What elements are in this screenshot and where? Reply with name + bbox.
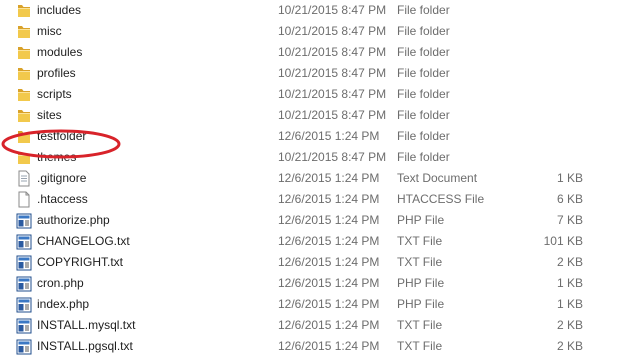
file-row[interactable]: profiles 10/21/2015 8:47 PM File folder <box>0 63 628 84</box>
file-name: includes <box>37 3 82 17</box>
file-name: INSTALL.mysql.txt <box>37 318 136 332</box>
file-row[interactable]: INSTALL.pgsql.txt 12/6/2015 1:24 PM TXT Fi… <box>0 336 628 357</box>
file-type: TXT File <box>397 318 443 332</box>
file-type: PHP File <box>397 276 445 290</box>
code-file-icon <box>16 317 32 334</box>
code-file-icon <box>16 296 32 313</box>
file-size: 6 KB <box>556 192 583 206</box>
file-type: File folder <box>397 87 450 101</box>
file-name: misc <box>37 24 62 38</box>
folder-icon <box>16 86 32 103</box>
file-size: 2 KB <box>556 318 583 332</box>
file-date-modified: 12/6/2015 1:24 PM <box>278 192 380 206</box>
file-size: 1 KB <box>556 171 583 185</box>
file-name: testfolder <box>37 129 87 143</box>
file-name: .gitignore <box>37 171 87 185</box>
file-row[interactable]: .htaccess 12/6/2015 1:24 PM HTACCESS File 6… <box>0 189 628 210</box>
file-size: 1 KB <box>556 276 583 290</box>
file-date-modified: 10/21/2015 8:47 PM <box>278 3 387 17</box>
code-file-icon <box>16 275 32 292</box>
file-row[interactable]: index.php 12/6/2015 1:24 PM PHP File 1 KB <box>0 294 628 315</box>
file-name: COPYRIGHT.txt <box>37 255 124 269</box>
file-row[interactable]: includes 10/21/2015 8:47 PM File folder <box>0 0 628 21</box>
file-size: 2 KB <box>556 339 583 353</box>
file-date-modified: 12/6/2015 1:24 PM <box>278 129 380 143</box>
file-row[interactable]: authorize.php 12/6/2015 1:24 PM PHP File 7 … <box>0 210 628 231</box>
file-date-modified: 12/6/2015 1:24 PM <box>278 213 380 227</box>
file-date-modified: 10/21/2015 8:47 PM <box>278 45 387 59</box>
file-date-modified: 12/6/2015 1:24 PM <box>278 255 380 269</box>
file-type: File folder <box>397 150 450 164</box>
code-file-icon <box>16 233 32 250</box>
file-date-modified: 10/21/2015 8:47 PM <box>278 66 387 80</box>
file-row[interactable]: cron.php 12/6/2015 1:24 PM PHP File 1 KB <box>0 273 628 294</box>
file-name: sites <box>37 108 62 122</box>
file-date-modified: 10/21/2015 8:47 PM <box>278 24 387 38</box>
file-row[interactable]: CHANGELOG.txt 12/6/2015 1:24 PM TXT File 10… <box>0 231 628 252</box>
code-file-icon <box>16 254 32 271</box>
file-size: 2 KB <box>556 255 583 269</box>
file-date-modified: 12/6/2015 1:24 PM <box>278 339 380 353</box>
file-size: 7 KB <box>556 213 583 227</box>
file-type: File folder <box>397 129 450 143</box>
file-date-modified: 12/6/2015 1:24 PM <box>278 318 380 332</box>
file-row[interactable]: testfolder 12/6/2015 1:24 PM File folder <box>0 126 628 147</box>
file-row[interactable]: themes 10/21/2015 8:47 PM File folder <box>0 147 628 168</box>
folder-icon <box>16 23 32 40</box>
file-type: HTACCESS File <box>397 192 485 206</box>
file-row[interactable]: COPYRIGHT.txt 12/6/2015 1:24 PM TXT File 2 … <box>0 252 628 273</box>
file-date-modified: 10/21/2015 8:47 PM <box>278 108 387 122</box>
folder-icon <box>16 128 32 145</box>
file-row[interactable]: scripts 10/21/2015 8:47 PM File folder <box>0 84 628 105</box>
file-name: profiles <box>37 66 76 80</box>
file-date-modified: 12/6/2015 1:24 PM <box>278 276 380 290</box>
file-size: 1 KB <box>556 297 583 311</box>
blank-file-icon <box>16 191 32 208</box>
file-name: authorize.php <box>37 213 110 227</box>
file-name: index.php <box>37 297 90 311</box>
file-row[interactable]: INSTALL.mysql.txt 12/6/2015 1:24 PM TXT Fi… <box>0 315 628 336</box>
file-list: includes 10/21/2015 8:47 PM File folder mis… <box>0 0 628 357</box>
file-row[interactable]: misc 10/21/2015 8:47 PM File folder <box>0 21 628 42</box>
file-type: File folder <box>397 3 450 17</box>
file-name: scripts <box>37 87 72 101</box>
file-type: PHP File <box>397 213 445 227</box>
folder-icon <box>16 149 32 166</box>
file-type: File folder <box>397 66 450 80</box>
file-date-modified: 12/6/2015 1:24 PM <box>278 297 380 311</box>
file-size: 101 KB <box>543 234 583 248</box>
file-type: File folder <box>397 24 450 38</box>
file-date-modified: 12/6/2015 1:24 PM <box>278 234 380 248</box>
folder-icon <box>16 2 32 19</box>
text-file-icon <box>16 170 32 187</box>
file-type: TXT File <box>397 234 443 248</box>
file-date-modified: 12/6/2015 1:24 PM <box>278 171 380 185</box>
file-type: PHP File <box>397 297 445 311</box>
folder-icon <box>16 44 32 61</box>
file-row[interactable]: modules 10/21/2015 8:47 PM File folder <box>0 42 628 63</box>
file-type: File folder <box>397 45 450 59</box>
file-date-modified: 10/21/2015 8:47 PM <box>278 150 387 164</box>
folder-icon <box>16 65 32 82</box>
folder-icon <box>16 107 32 124</box>
file-date-modified: 10/21/2015 8:47 PM <box>278 87 387 101</box>
file-type: Text Document <box>397 171 478 185</box>
code-file-icon <box>16 338 32 355</box>
file-name: cron.php <box>37 276 84 290</box>
file-name: CHANGELOG.txt <box>37 234 130 248</box>
file-name: .htaccess <box>37 192 88 206</box>
file-type: File folder <box>397 108 450 122</box>
file-row[interactable]: .gitignore 12/6/2015 1:24 PM Text Document… <box>0 168 628 189</box>
file-type: TXT File <box>397 255 443 269</box>
file-name: modules <box>37 45 83 59</box>
file-type: TXT File <box>397 339 443 353</box>
file-row[interactable]: sites 10/21/2015 8:47 PM File folder <box>0 105 628 126</box>
file-name: INSTALL.pgsql.txt <box>37 339 133 353</box>
code-file-icon <box>16 212 32 229</box>
file-name: themes <box>37 150 77 164</box>
